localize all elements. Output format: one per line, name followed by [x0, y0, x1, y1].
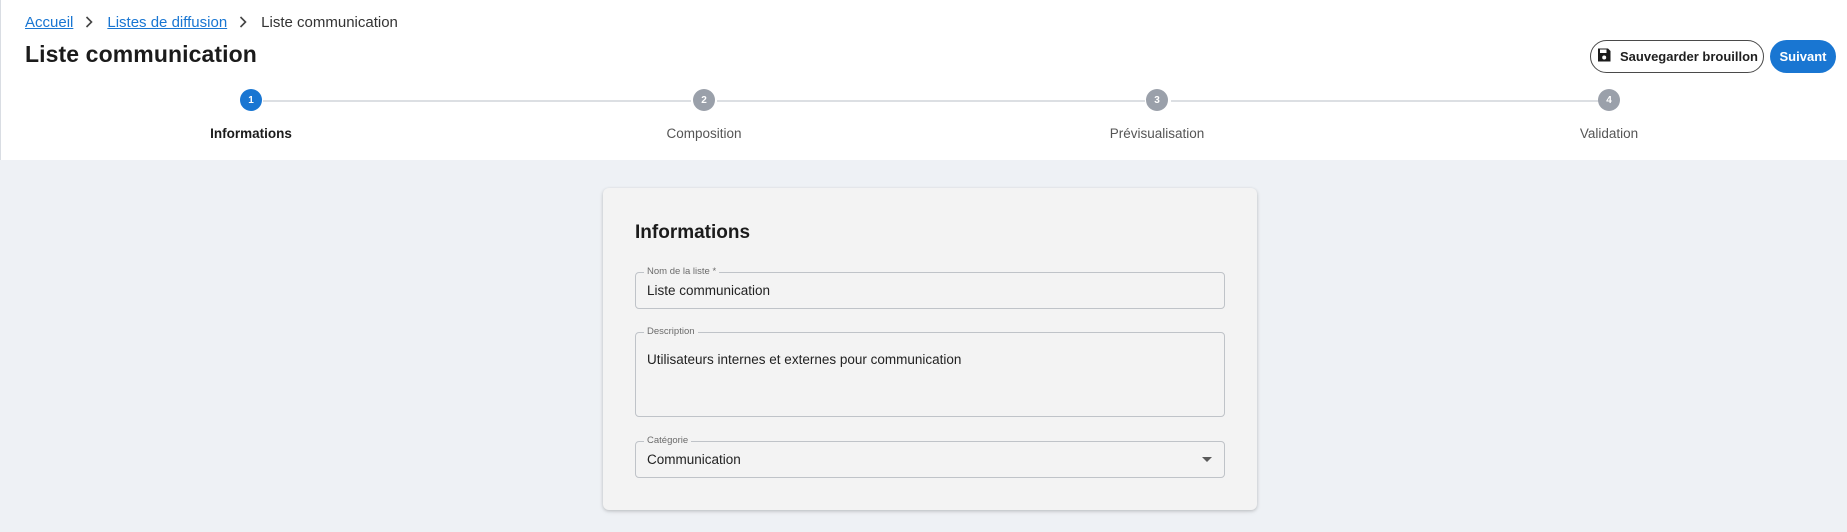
caret-down-icon[interactable] [1202, 457, 1212, 462]
page-title: Liste communication [25, 41, 257, 67]
step-3-label[interactable]: Prévisualisation [1057, 126, 1257, 141]
step-1-label[interactable]: Informations [151, 126, 351, 141]
chevron-right-icon [239, 16, 247, 28]
step-connector [717, 100, 1145, 102]
step-connector [1171, 100, 1599, 102]
description-value[interactable]: Utilisateurs internes et externes pour c… [647, 352, 961, 367]
save-draft-label: Sauvegarder brouillon [1620, 49, 1758, 64]
next-button[interactable]: Suivant [1770, 40, 1836, 73]
page-header: Accueil Listes de diffusion Liste commun… [0, 0, 1847, 160]
save-draft-button[interactable]: Sauvegarder brouillon [1590, 40, 1764, 73]
description-field[interactable]: Description Utilisateurs internes et ext… [635, 326, 1225, 417]
list-name-value[interactable]: Liste communication [647, 283, 770, 298]
step-4-indicator[interactable]: 4 [1598, 89, 1620, 111]
card-title: Informations [635, 222, 751, 243]
step-2-label[interactable]: Composition [604, 126, 804, 141]
category-value[interactable]: Communication [647, 452, 741, 467]
stepper: 1 Informations 2 Composition 3 Prévisual… [1, 86, 1847, 146]
step-2-indicator[interactable]: 2 [693, 89, 715, 111]
breadcrumb: Accueil Listes de diffusion Liste commun… [25, 12, 398, 32]
step-connector [263, 100, 691, 102]
list-name-field[interactable]: Nom de la liste * Liste communication [635, 266, 1225, 309]
category-label: Catégorie [644, 435, 692, 447]
description-label: Description [644, 326, 698, 338]
step-4-label[interactable]: Validation [1509, 126, 1709, 141]
step-1-indicator[interactable]: 1 [240, 89, 262, 111]
category-select[interactable]: Catégorie Communication [635, 435, 1225, 478]
informations-card: Informations Nom de la liste * Liste com… [603, 188, 1257, 510]
step-3-indicator[interactable]: 3 [1146, 89, 1168, 111]
breadcrumb-link-home[interactable]: Accueil [25, 14, 73, 31]
chevron-right-icon [85, 16, 93, 28]
list-name-label: Nom de la liste * [644, 266, 720, 278]
breadcrumb-current: Liste communication [261, 13, 398, 31]
breadcrumb-link-lists[interactable]: Listes de diffusion [107, 14, 227, 31]
save-icon [1596, 47, 1612, 66]
